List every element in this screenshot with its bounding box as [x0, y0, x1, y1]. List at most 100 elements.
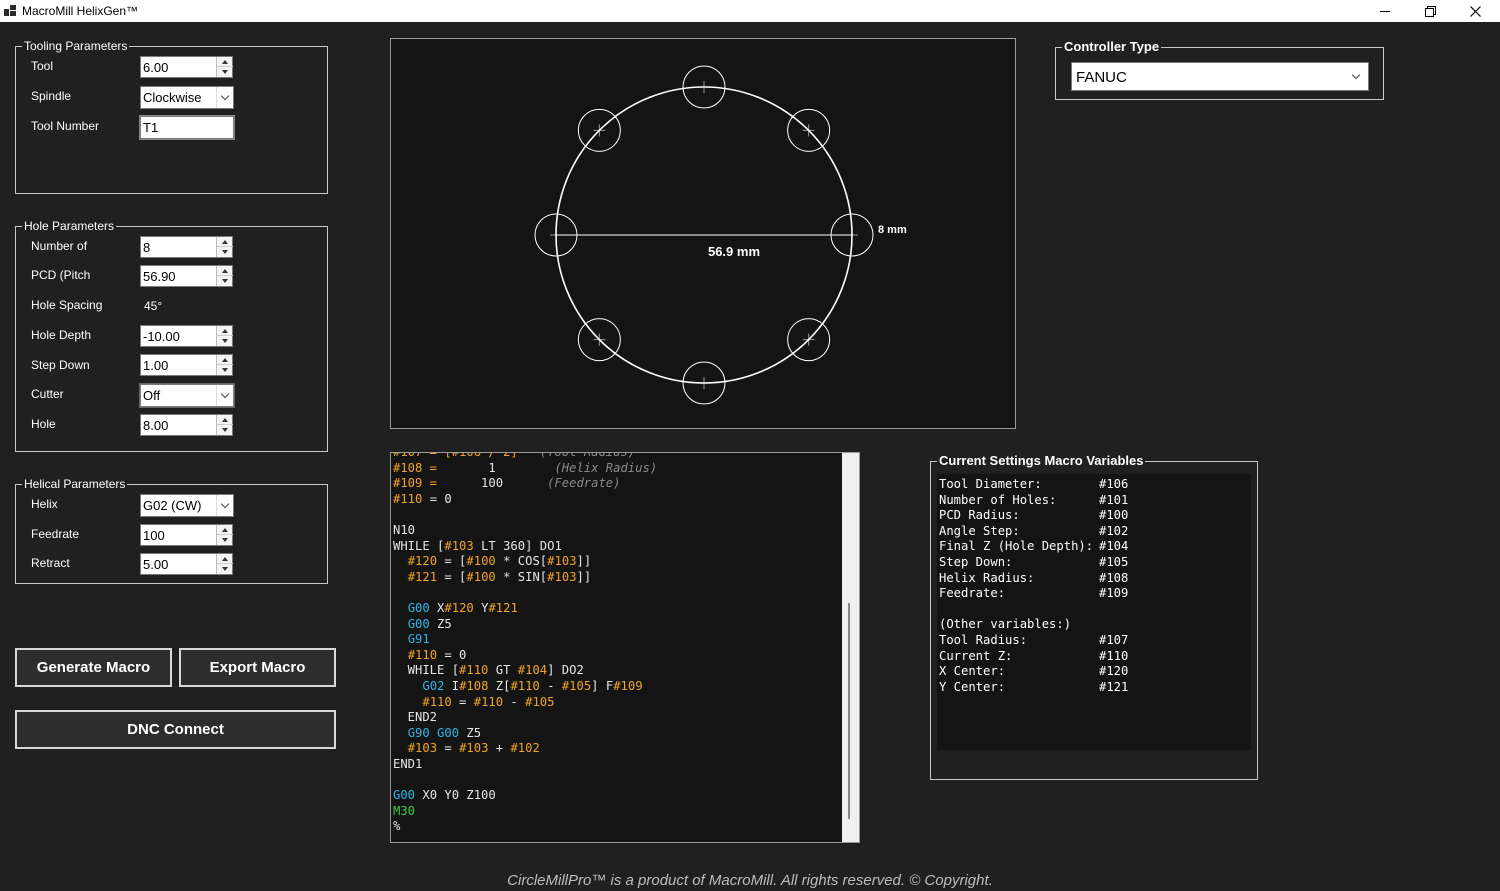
setting-variable: #110 [1099, 648, 1129, 663]
setting-variable: #102 [1099, 523, 1129, 538]
setting-variable: #101 [1099, 492, 1129, 507]
spin-up-icon[interactable] [217, 554, 233, 564]
setting-label: Step Down: [939, 555, 1013, 569]
chevron-down-icon [1348, 63, 1364, 90]
code-line: #120 = [#100 * COS[#103]] [407, 554, 592, 569]
setting-variable: #121 [1099, 679, 1129, 694]
spindle-label: Spindle [31, 89, 72, 103]
spin-up-icon[interactable] [217, 355, 233, 365]
vertical-scrollbar[interactable] [842, 453, 859, 842]
chevron-down-icon [216, 385, 233, 406]
number-of-holes-stepper[interactable]: 8 [140, 236, 233, 258]
retract-stepper[interactable]: 5.00 [140, 553, 233, 575]
code-line: #110 = 0 [393, 491, 452, 506]
hole-depth-value: -10.00 [143, 329, 180, 344]
code-line: #121 = [#100 * SIN[#103]] [407, 569, 592, 584]
helix-label: Helix [31, 497, 58, 511]
spin-up-icon[interactable] [217, 415, 233, 425]
setting-label: Tool Radius: [939, 633, 1028, 647]
setting-label: Number of Holes: [939, 492, 1057, 507]
pcd-label: PCD (Pitch [31, 268, 91, 282]
setting-label: (Other variables:) [939, 617, 1072, 632]
spin-up-icon[interactable] [217, 525, 233, 535]
pcd-dimension-label: 56.9 mm [708, 244, 760, 259]
setting-variable: #105 [1099, 555, 1129, 569]
spin-down-icon[interactable] [217, 247, 233, 257]
code-line: #103 = #103 + #102 [407, 741, 540, 756]
code-line: END1 [393, 756, 423, 771]
cutter-label: Cutter [31, 387, 64, 401]
generate-macro-button[interactable]: Generate Macro [15, 648, 172, 687]
setting-label: Final Z (Hole Depth): [939, 539, 1094, 554]
code-line: WHILE [#110 GT #104] DO2 [393, 663, 584, 678]
spin-down-icon[interactable] [217, 67, 233, 77]
chevron-down-icon [216, 495, 233, 516]
controller-type-select[interactable]: FANUC [1071, 62, 1369, 91]
controller-type-group: Controller Type FANUC [1055, 40, 1384, 100]
minimize-button[interactable] [1362, 0, 1408, 22]
preview-canvas: 56.9 mm 8 mm [534, 65, 907, 405]
setting-variable: #100 [1099, 508, 1129, 523]
code-line: % [393, 819, 401, 834]
code-line: M30 [393, 803, 416, 818]
tooling-parameters-group: Tooling Parameters Tool 6.00 Spindle Clo… [15, 39, 328, 194]
hole-diameter-stepper[interactable]: 8.00 [140, 414, 233, 436]
step-down-stepper[interactable]: 1.00 [140, 354, 233, 376]
feedrate-value: 100 [143, 528, 165, 543]
pcd-stepper[interactable]: 56.90 [140, 265, 233, 287]
helix-direction-value: G02 (CW) [143, 498, 202, 513]
spin-down-icon[interactable] [217, 564, 233, 574]
feedrate-stepper[interactable]: 100 [140, 524, 233, 546]
code-line: END2 [393, 710, 438, 725]
code-line: #110 = #110 - #105 [422, 694, 555, 709]
setting-variable: #104 [1099, 539, 1129, 554]
code-line: N10 [393, 522, 416, 537]
setting-label: Feedrate: [939, 586, 1006, 601]
spindle-select[interactable]: Clockwise [140, 86, 234, 109]
spin-down-icon[interactable] [217, 336, 233, 346]
setting-label: Helix Radius: [939, 570, 1035, 585]
spin-up-icon[interactable] [217, 266, 233, 276]
hole-dimension-label: 8 mm [878, 224, 907, 236]
spin-down-icon[interactable] [217, 425, 233, 435]
tool-diameter-stepper[interactable]: 6.00 [140, 56, 233, 78]
hole-depth-stepper[interactable]: -10.00 [140, 325, 233, 347]
minimize-icon [1380, 10, 1390, 12]
spin-down-icon[interactable] [217, 535, 233, 545]
hole-spacing-value: 45° [144, 299, 163, 313]
step-down-label: Step Down [31, 358, 90, 372]
spin-up-icon[interactable] [217, 57, 233, 67]
dnc-connect-button[interactable]: DNC Connect [15, 710, 336, 749]
current-settings-title: Current Settings Macro Variables [937, 453, 1146, 468]
code-line: #107 = [#106 / 2] (Tool Radius) [393, 452, 636, 459]
feedrate-label: Feedrate [31, 527, 80, 541]
code-line: WHILE [#103 LT 360] DO1 [393, 538, 562, 553]
restore-button[interactable] [1407, 0, 1453, 22]
pcd-value: 56.90 [143, 269, 176, 284]
macro-code-editor[interactable]: #107 = [#106 / 2] (Tool Radius) #108 = 1 … [390, 452, 860, 843]
setting-label: Tool Diameter: [939, 477, 1042, 491]
spin-down-icon[interactable] [217, 276, 233, 286]
cutter-select[interactable]: Off [139, 383, 235, 408]
close-button[interactable] [1452, 0, 1498, 22]
code-line: G02 I#108 Z[#110 - #105] F#109 [422, 678, 643, 693]
number-of-holes-label: Number of [31, 239, 88, 253]
tool-number-input[interactable]: T1 [139, 115, 235, 140]
helix-direction-select[interactable]: G02 (CW) [140, 494, 234, 517]
scrollbar-thumb[interactable] [848, 603, 850, 819]
spin-down-icon[interactable] [217, 365, 233, 375]
spin-up-icon[interactable] [217, 237, 233, 247]
spin-up-icon[interactable] [217, 326, 233, 336]
tool-label: Tool [31, 59, 54, 73]
tool-number-label: Tool Number [31, 119, 100, 133]
export-macro-button[interactable]: Export Macro [179, 648, 336, 687]
step-down-value: 1.00 [143, 358, 169, 373]
code-line: G90 G00 Z5 [407, 725, 482, 740]
hole-parameters-title: Hole Parameters [22, 219, 117, 233]
code-line: G00 X0 Y0 Z100 [393, 788, 496, 803]
spindle-value: Clockwise [143, 90, 202, 105]
code-line: G00 Z5 [407, 616, 452, 631]
